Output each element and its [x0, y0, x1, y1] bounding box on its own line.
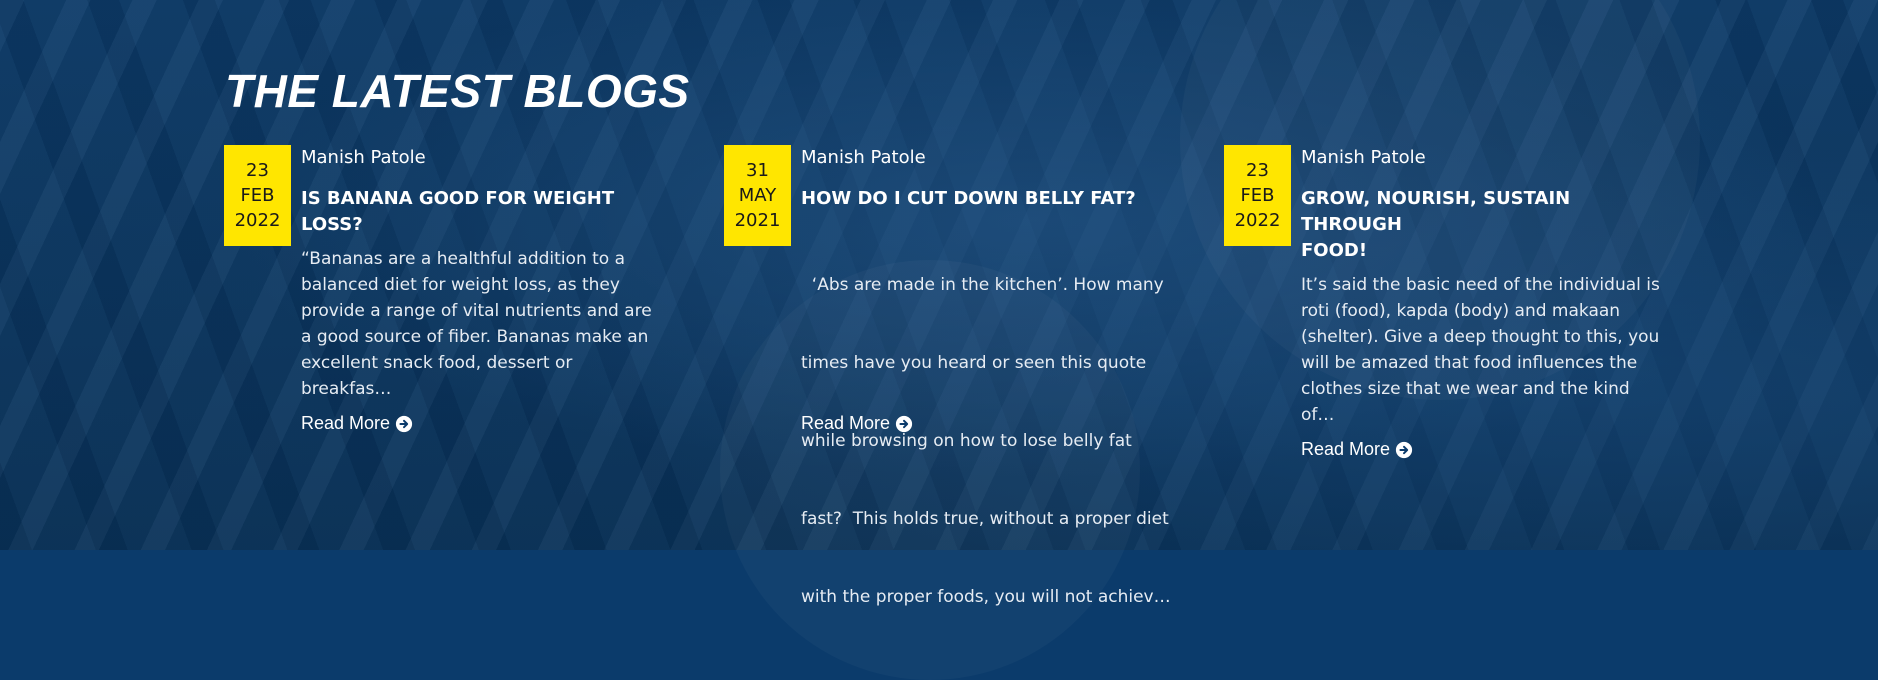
excerpt-line: fast? This holds true, without a proper …	[801, 509, 1169, 529]
post-title[interactable]: GROW, NOURISH, SUSTAIN THROUGH FOOD!	[1301, 186, 1666, 264]
date-badge: 23 FEB 2022	[1224, 145, 1291, 246]
date-badge: 23 FEB 2022	[224, 145, 291, 246]
excerpt-line: will be amazed that food influences the	[1301, 353, 1638, 373]
excerpt-line: with the proper foods, you will not achi…	[801, 587, 1171, 607]
post-title-line: GROW, NOURISH, SUSTAIN THROUGH	[1301, 188, 1571, 235]
post-title[interactable]: IS BANANA GOOD FOR WEIGHT LOSS?	[301, 186, 666, 238]
post-excerpt: It’s said the basic need of the individu…	[1301, 272, 1661, 428]
excerpt-line: ‘Abs are made in the kitchen’. How many	[801, 275, 1164, 295]
excerpt-line: clothes size that we wear and the kind o…	[1301, 379, 1630, 425]
post-title-line: FOOD!	[1301, 240, 1368, 261]
date-year: 2022	[1234, 210, 1281, 231]
date-year: 2022	[234, 210, 281, 231]
date-day: 23	[246, 160, 269, 181]
excerpt-line: times have you heard or seen this quote	[801, 353, 1147, 373]
excerpt-line: excellent snack food, dessert or breakfa…	[301, 353, 573, 399]
date-month: FEB	[240, 185, 275, 206]
read-more-link[interactable]: Read More	[801, 413, 913, 434]
excerpt-line: It’s said the basic need of the individu…	[1301, 275, 1660, 295]
post-author: Manish Patole	[301, 147, 426, 168]
blog-card-body: Manish Patole GROW, NOURISH, SUSTAIN THR…	[1301, 145, 1666, 459]
post-excerpt: “Bananas are a healthful addition to a b…	[301, 246, 661, 402]
post-title[interactable]: HOW DO I CUT DOWN BELLY FAT?	[801, 186, 1166, 212]
date-day: 31	[746, 160, 769, 181]
read-more-link[interactable]: Read More	[301, 413, 413, 434]
section-title: THE LATEST BLOGS	[225, 65, 690, 117]
date-year: 2021	[734, 210, 781, 231]
read-more-link[interactable]: Read More	[1301, 439, 1413, 460]
post-author: Manish Patole	[1301, 147, 1426, 168]
post-excerpt: ‘Abs are made in the kitchen’. How many …	[801, 220, 1171, 662]
circle-arrow-right-icon	[395, 415, 413, 432]
circle-arrow-right-icon	[1395, 441, 1413, 458]
blog-card-body: Manish Patole HOW DO I CUT DOWN BELLY FA…	[801, 145, 1171, 662]
excerpt-line: “Bananas are a healthful addition to a	[301, 249, 626, 269]
date-month: MAY	[738, 185, 777, 206]
excerpt-line: provide a range of vital nutrients and a…	[301, 301, 652, 321]
excerpt-line: balanced diet for weight loss, as they	[301, 275, 620, 295]
excerpt-line: (shelter). Give a deep thought to this, …	[1301, 327, 1660, 347]
excerpt-line: a good source of fiber. Bananas make an	[301, 327, 649, 347]
post-author: Manish Patole	[801, 147, 926, 168]
date-month: FEB	[1240, 185, 1275, 206]
read-more-label: Read More	[301, 413, 391, 433]
date-day: 23	[1246, 160, 1269, 181]
date-badge: 31 MAY 2021	[724, 145, 791, 246]
read-more-label: Read More	[801, 413, 891, 433]
excerpt-line: roti (food), kapda (body) and makaan	[1301, 301, 1621, 321]
blog-card-body: Manish Patole IS BANANA GOOD FOR WEIGHT …	[301, 145, 666, 433]
read-more-label: Read More	[1301, 439, 1391, 459]
blogs-section: THE LATEST BLOGS 23 FEB 2022 Manish Pato…	[0, 0, 1878, 607]
circle-arrow-right-icon	[895, 415, 913, 432]
